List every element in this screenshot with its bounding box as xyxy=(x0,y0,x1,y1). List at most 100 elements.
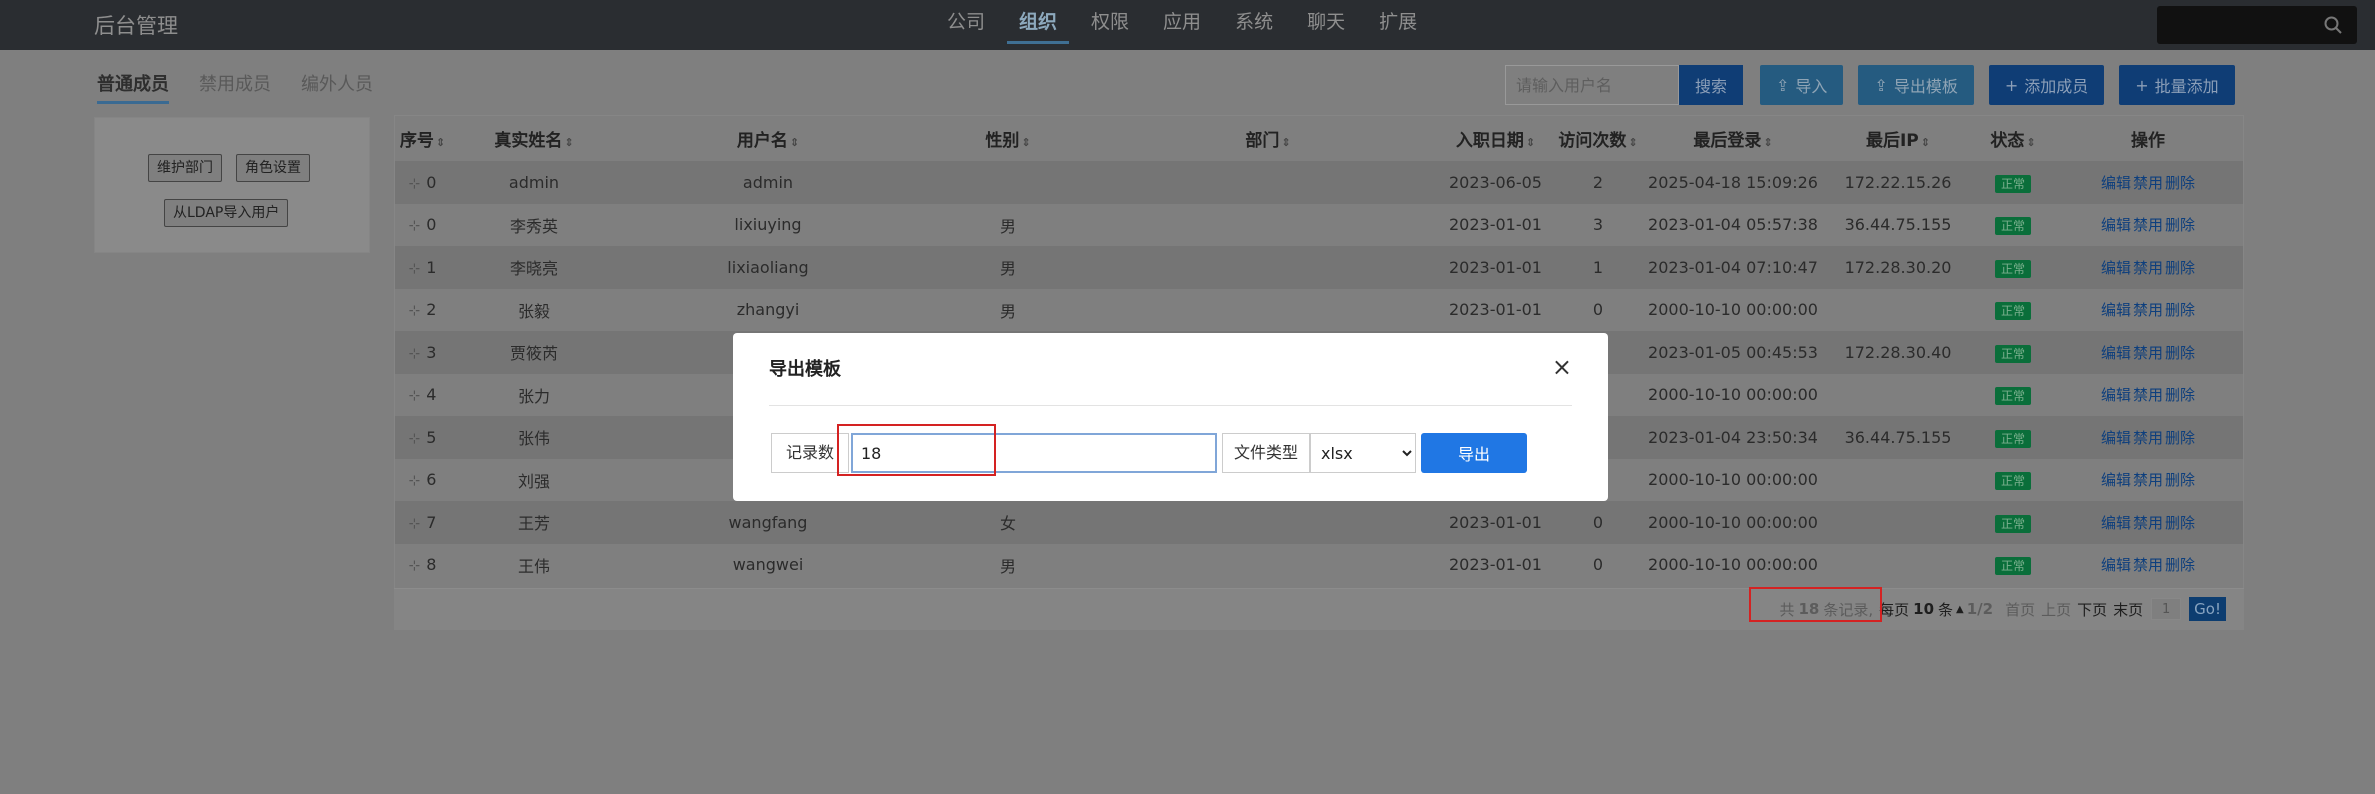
ldap-import-button[interactable]: 从LDAP导入用户 xyxy=(164,199,289,227)
import-button[interactable]: ⇪ 导入 xyxy=(1760,65,1844,105)
delete-link[interactable]: 删除 xyxy=(2165,216,2195,234)
tab-normal-members[interactable]: 普通成员 xyxy=(97,70,169,104)
role-settings-button[interactable]: 角色设置 xyxy=(236,154,310,182)
col-header-last-ip[interactable]: 最后IP ⇕ xyxy=(1823,116,1973,161)
cell-index: ⊹ 0 xyxy=(395,161,450,204)
delete-link[interactable]: 删除 xyxy=(2165,471,2195,489)
go-button[interactable]: Go! xyxy=(2189,597,2226,621)
col-header-username[interactable]: 用户名 ⇕ xyxy=(618,116,918,161)
global-search-box[interactable] xyxy=(2157,6,2357,44)
filetype-select[interactable]: xlsx xyxy=(1310,433,1416,473)
nav-application[interactable]: 应用 xyxy=(1151,0,1213,50)
edit-link[interactable]: 编辑 xyxy=(2101,301,2131,319)
nav-extension[interactable]: 扩展 xyxy=(1367,0,1429,50)
nav-organization[interactable]: 组织 xyxy=(1007,0,1070,44)
nav-company[interactable]: 公司 xyxy=(935,0,997,50)
edit-link[interactable]: 编辑 xyxy=(2101,429,2131,447)
disable-link[interactable]: 禁用 xyxy=(2133,556,2163,574)
delete-link[interactable]: 删除 xyxy=(2165,514,2195,532)
export-template-label: 导出模板 xyxy=(1893,77,1958,96)
delete-link[interactable]: 删除 xyxy=(2165,174,2195,192)
caret-up-icon[interactable]: ▲ xyxy=(1956,604,1964,615)
per-page-count[interactable]: 10 xyxy=(1913,600,1934,618)
row-index: 0 xyxy=(426,172,437,192)
nav-permission[interactable]: 权限 xyxy=(1079,0,1141,50)
cell-actions: 编辑 禁用 删除 xyxy=(2053,204,2243,247)
edit-link[interactable]: 编辑 xyxy=(2101,344,2131,362)
edit-link[interactable]: 编辑 xyxy=(2101,514,2131,532)
drag-handle-icon[interactable]: ⊹ xyxy=(409,473,421,489)
page-info: 1/2 xyxy=(1966,600,1994,618)
disable-link[interactable]: 禁用 xyxy=(2133,429,2163,447)
col-header-realname[interactable]: 真实姓名 ⇕ xyxy=(450,116,618,161)
edit-link[interactable]: 编辑 xyxy=(2101,471,2131,489)
disable-link[interactable]: 禁用 xyxy=(2133,344,2163,362)
drag-handle-icon[interactable]: ⊹ xyxy=(409,346,421,362)
export-template-button[interactable]: ⇪ 导出模板 xyxy=(1858,65,1974,105)
export-button[interactable]: 导出 xyxy=(1421,433,1527,473)
delete-link[interactable]: 删除 xyxy=(2165,259,2195,277)
edit-link[interactable]: 编辑 xyxy=(2101,386,2131,404)
col-header-label: 入职日期 xyxy=(1455,131,1524,151)
cell-actions: 编辑 禁用 删除 xyxy=(2053,459,2243,502)
drag-handle-icon[interactable]: ⊹ xyxy=(409,176,421,192)
nav-system[interactable]: 系统 xyxy=(1223,0,1285,50)
drag-handle-icon[interactable]: ⊹ xyxy=(409,558,421,574)
page-number-input[interactable] xyxy=(2151,598,2182,620)
cell-join-date: 2023-01-01 xyxy=(1438,246,1553,289)
cell-last-ip: 172.28.30.20 xyxy=(1823,246,1973,289)
drag-handle-icon[interactable]: ⊹ xyxy=(409,303,421,319)
sort-icon: ⇕ xyxy=(1281,136,1291,149)
drag-handle-icon[interactable]: ⊹ xyxy=(409,431,421,447)
cell-status: 正常 xyxy=(1973,416,2053,459)
disable-link[interactable]: 禁用 xyxy=(2133,174,2163,192)
tab-disabled-members[interactable]: 禁用成员 xyxy=(199,70,271,104)
tab-external-staff[interactable]: 编外人员 xyxy=(301,70,373,104)
delete-link[interactable]: 删除 xyxy=(2165,344,2195,362)
edit-link[interactable]: 编辑 xyxy=(2101,556,2131,574)
edit-link[interactable]: 编辑 xyxy=(2101,259,2131,277)
close-icon[interactable]: × xyxy=(1552,353,1572,381)
col-header-department[interactable]: 部门 ⇕ xyxy=(1098,116,1438,161)
drag-handle-icon[interactable]: ⊹ xyxy=(409,516,421,532)
edit-link[interactable]: 编辑 xyxy=(2101,216,2131,234)
first-page-link[interactable]: 首页 xyxy=(2005,599,2035,620)
delete-link[interactable]: 删除 xyxy=(2165,301,2195,319)
disable-link[interactable]: 禁用 xyxy=(2133,471,2163,489)
username-search-input[interactable] xyxy=(1505,65,1679,105)
cell-department xyxy=(1098,161,1438,204)
prev-page-link[interactable]: 上页 xyxy=(2041,599,2071,620)
cell-last-ip xyxy=(1823,544,1973,587)
plus-icon: + xyxy=(2004,75,2019,95)
disable-link[interactable]: 禁用 xyxy=(2133,216,2163,234)
disable-link[interactable]: 禁用 xyxy=(2133,259,2163,277)
drag-handle-icon[interactable]: ⊹ xyxy=(409,261,421,277)
sort-icon: ⇕ xyxy=(435,136,446,149)
delete-link[interactable]: 删除 xyxy=(2165,386,2195,404)
search-button[interactable]: 搜索 xyxy=(1679,65,1743,105)
last-page-link[interactable]: 末页 xyxy=(2113,599,2143,620)
col-header-index[interactable]: 序号 ⇕ xyxy=(395,116,450,161)
col-header-visits[interactable]: 访问次数 ⇕ xyxy=(1553,116,1643,161)
drag-handle-icon[interactable]: ⊹ xyxy=(409,388,421,404)
delete-link[interactable]: 删除 xyxy=(2165,556,2195,574)
edit-link[interactable]: 编辑 xyxy=(2101,174,2131,192)
cell-gender: 男 xyxy=(999,556,1016,576)
next-page-link[interactable]: 下页 xyxy=(2077,599,2107,620)
table-row: ⊹ 1 李晓亮 lixiaoliang 男 2023-01-01 1 2023-01-04 0… xyxy=(395,246,2243,289)
col-header-status[interactable]: 状态 ⇕ xyxy=(1973,116,2053,161)
maintain-department-button[interactable]: 维护部门 xyxy=(148,154,222,182)
search-icon[interactable] xyxy=(2309,6,2357,44)
disable-link[interactable]: 禁用 xyxy=(2133,301,2163,319)
disable-link[interactable]: 禁用 xyxy=(2133,514,2163,532)
nav-chat[interactable]: 聊天 xyxy=(1295,0,1357,50)
sort-icon: ⇕ xyxy=(1763,136,1773,149)
col-header-gender[interactable]: 性别 ⇕ xyxy=(918,116,1098,161)
col-header-last-login[interactable]: 最后登录 ⇕ xyxy=(1643,116,1823,161)
disable-link[interactable]: 禁用 xyxy=(2133,386,2163,404)
add-member-button[interactable]: + 添加成员 xyxy=(1988,65,2105,105)
batch-add-button[interactable]: + 批量添加 xyxy=(2119,65,2235,105)
col-header-join-date[interactable]: 入职日期 ⇕ xyxy=(1438,116,1553,161)
drag-handle-icon[interactable]: ⊹ xyxy=(409,218,421,234)
delete-link[interactable]: 删除 xyxy=(2165,429,2195,447)
